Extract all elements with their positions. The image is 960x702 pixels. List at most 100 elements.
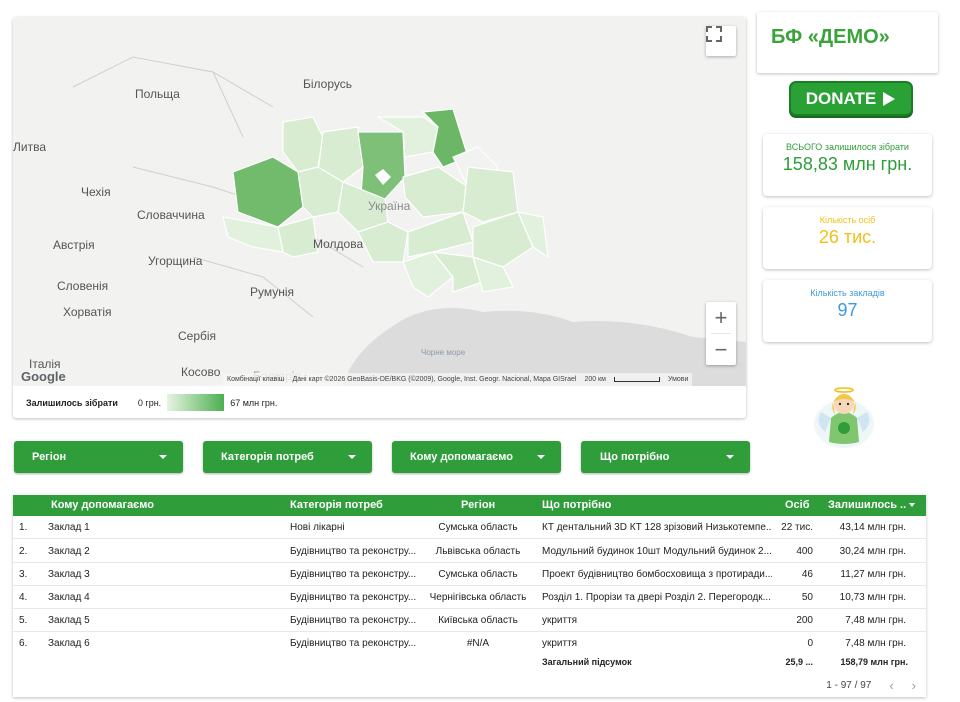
pagination-range: 1 - 97 / 97 [826, 680, 872, 691]
cell-who: Заклад 4 [48, 592, 90, 603]
cell-category: Будівництво та реконстру... [290, 546, 417, 557]
total-people: 25,9 ... [785, 657, 813, 667]
kpi-people-count: Кількість осіб 26 тис. [763, 207, 932, 269]
table-total-row: Загальний підсумок 25,9 ... 158,79 млн г… [13, 655, 926, 671]
region-kirovohrad [407, 211, 474, 258]
zoom-in-button[interactable]: + [706, 302, 736, 333]
cell-remaining: 7,48 млн грн. [845, 615, 906, 626]
map-label-kosovo: Косово [181, 365, 221, 379]
row-number: 6. [19, 638, 28, 649]
filter-need[interactable]: Що потрібно [581, 441, 750, 473]
chevron-down-icon [159, 455, 167, 459]
row-number: 3. [19, 569, 28, 580]
cell-need: укриття [542, 615, 578, 626]
table-pagination: 1 - 97 / 97 ‹ › [826, 678, 916, 693]
next-page-icon[interactable]: › [912, 678, 916, 693]
org-title: БФ «ДЕМО» [771, 26, 890, 48]
donate-label: DONATE [805, 88, 877, 108]
cell-category: Нові лікарні [290, 522, 345, 533]
org-card: БФ «ДЕМО» [757, 12, 938, 73]
fullscreen-button[interactable] [706, 26, 736, 56]
legend-min: 0 грн. [137, 397, 162, 408]
filter-recipient[interactable]: Кому допомагаємо [392, 441, 561, 473]
table-row[interactable]: 2. Заклад 2 Будівництво та реконстру... … [13, 540, 926, 563]
cell-people: 400 [796, 546, 813, 557]
column-header-category[interactable]: Категорія потреб [290, 499, 383, 511]
cell-who: Заклад 2 [48, 546, 90, 557]
filter-region[interactable]: Регіон [14, 441, 183, 473]
cell-category: Будівництво та реконстру... [290, 615, 417, 626]
total-remaining: 158,79 млн грн. [840, 657, 908, 667]
cell-region: Київська область [438, 615, 518, 626]
zoom-control: + − [706, 302, 736, 365]
map-label-slovakia: Словаччина [137, 208, 205, 222]
cell-who: Заклад 3 [48, 569, 90, 580]
fullscreen-icon [706, 26, 722, 42]
column-header-who[interactable]: Кому допомагаємо [51, 499, 154, 511]
cell-people: 200 [796, 615, 813, 626]
cell-remaining: 7,48 млн грн. [845, 638, 906, 649]
google-logo[interactable]: Google [21, 369, 66, 384]
row-number: 4. [19, 592, 28, 603]
cell-remaining: 43,14 млн грн. [839, 522, 906, 533]
prev-page-icon[interactable]: ‹ [889, 678, 893, 693]
cell-people: 0 [807, 638, 813, 649]
cell-category: Будівництво та реконстру... [290, 569, 417, 580]
geo-map[interactable]: Білорусь Польща Чехія Словаччина Австрія… [13, 17, 746, 386]
filter-label: Категорія потреб [221, 451, 314, 463]
column-header-people[interactable]: Осіб [785, 499, 810, 511]
chevron-down-icon [726, 455, 734, 459]
region-lviv [232, 156, 304, 228]
filter-category[interactable]: Категорія потреб [203, 441, 372, 473]
cell-region: Львівська область [435, 546, 521, 557]
cell-need: Модульний будинок 10шт Модульний будинок… [542, 546, 772, 557]
cell-people: 22 тис. [781, 522, 813, 533]
scale-label[interactable]: 200 км [584, 376, 606, 383]
cell-category: Будівництво та реконстру... [290, 638, 417, 649]
column-header-region[interactable]: Регіон [461, 499, 495, 511]
kpi-label: ВСЬОГО залишилося зібрати [786, 142, 909, 152]
sort-desc-icon[interactable] [909, 503, 915, 507]
map-legend: Залишилось зібрати 0 грн. 67 млн грн. [26, 394, 277, 411]
cell-who: Заклад 6 [48, 638, 90, 649]
table-row[interactable]: 4. Заклад 4 Будівництво та реконстру... … [13, 586, 926, 609]
keyboard-shortcuts-link[interactable]: Комбінації клавіш [227, 376, 285, 383]
map-label-poland: Польща [135, 87, 180, 101]
cell-region: #N/A [466, 638, 490, 649]
table-row[interactable]: 3. Заклад 3 Будівництво та реконстру... … [13, 563, 926, 586]
region-poltava [402, 166, 469, 218]
map-label-belarus: Білорусь [303, 77, 353, 91]
map-label-black-sea: Чорне море [421, 348, 466, 357]
map-card: Білорусь Польща Чехія Словаччина Австрія… [13, 17, 746, 418]
terms-link[interactable]: Умови [668, 376, 688, 383]
map-label-serbia: Сербія [178, 329, 217, 343]
kpi-value: 158,83 млн грн. [782, 154, 913, 174]
map-label-slovenia: Словенія [57, 279, 109, 293]
cell-who: Заклад 1 [48, 522, 90, 533]
map-data-text: Дані карт ©2026 GeoBasis-DE/BKG (©2009),… [292, 376, 577, 383]
filter-label: Кому допомагаємо [410, 451, 513, 463]
column-header-remaining[interactable]: Залишилось ... [828, 499, 906, 511]
donate-button[interactable]: DONATE [789, 81, 913, 116]
map-label-moldova: Молдова [313, 237, 364, 251]
zoom-out-button[interactable]: − [706, 334, 736, 365]
kpi-value: 97 [837, 300, 858, 320]
map-label-romania: Румунія [250, 285, 295, 299]
cell-remaining: 10,73 млн грн. [839, 592, 906, 603]
table-row[interactable]: 1. Заклад 1 Нові лікарні Сумська область… [13, 516, 926, 539]
map-label-hungary: Угорщина [148, 254, 203, 268]
map-label-croatia: Хорватія [63, 305, 112, 319]
table-row[interactable]: 5. Заклад 5 Будівництво та реконстру... … [13, 609, 926, 632]
cell-who: Заклад 5 [48, 615, 90, 626]
kpi-total-remaining: ВСЬОГО залишилося зібрати 158,83 млн грн… [763, 134, 932, 196]
table-row[interactable]: 6. Заклад 6 Будівництво та реконстру... … [13, 632, 926, 655]
cell-category: Будівництво та реконстру... [290, 592, 417, 603]
angel-mascot-icon [814, 387, 874, 448]
cell-need: Проект будівництво бомбосховища з протир… [542, 569, 772, 580]
cell-region: Сумська область [438, 522, 518, 533]
filter-label: Що потрібно [600, 451, 670, 463]
legend-title: Залишилось зібрати [26, 397, 118, 408]
cell-remaining: 11,27 млн грн. [840, 569, 906, 580]
column-header-need[interactable]: Що потрібно [542, 499, 611, 511]
chevron-down-icon [537, 455, 545, 459]
